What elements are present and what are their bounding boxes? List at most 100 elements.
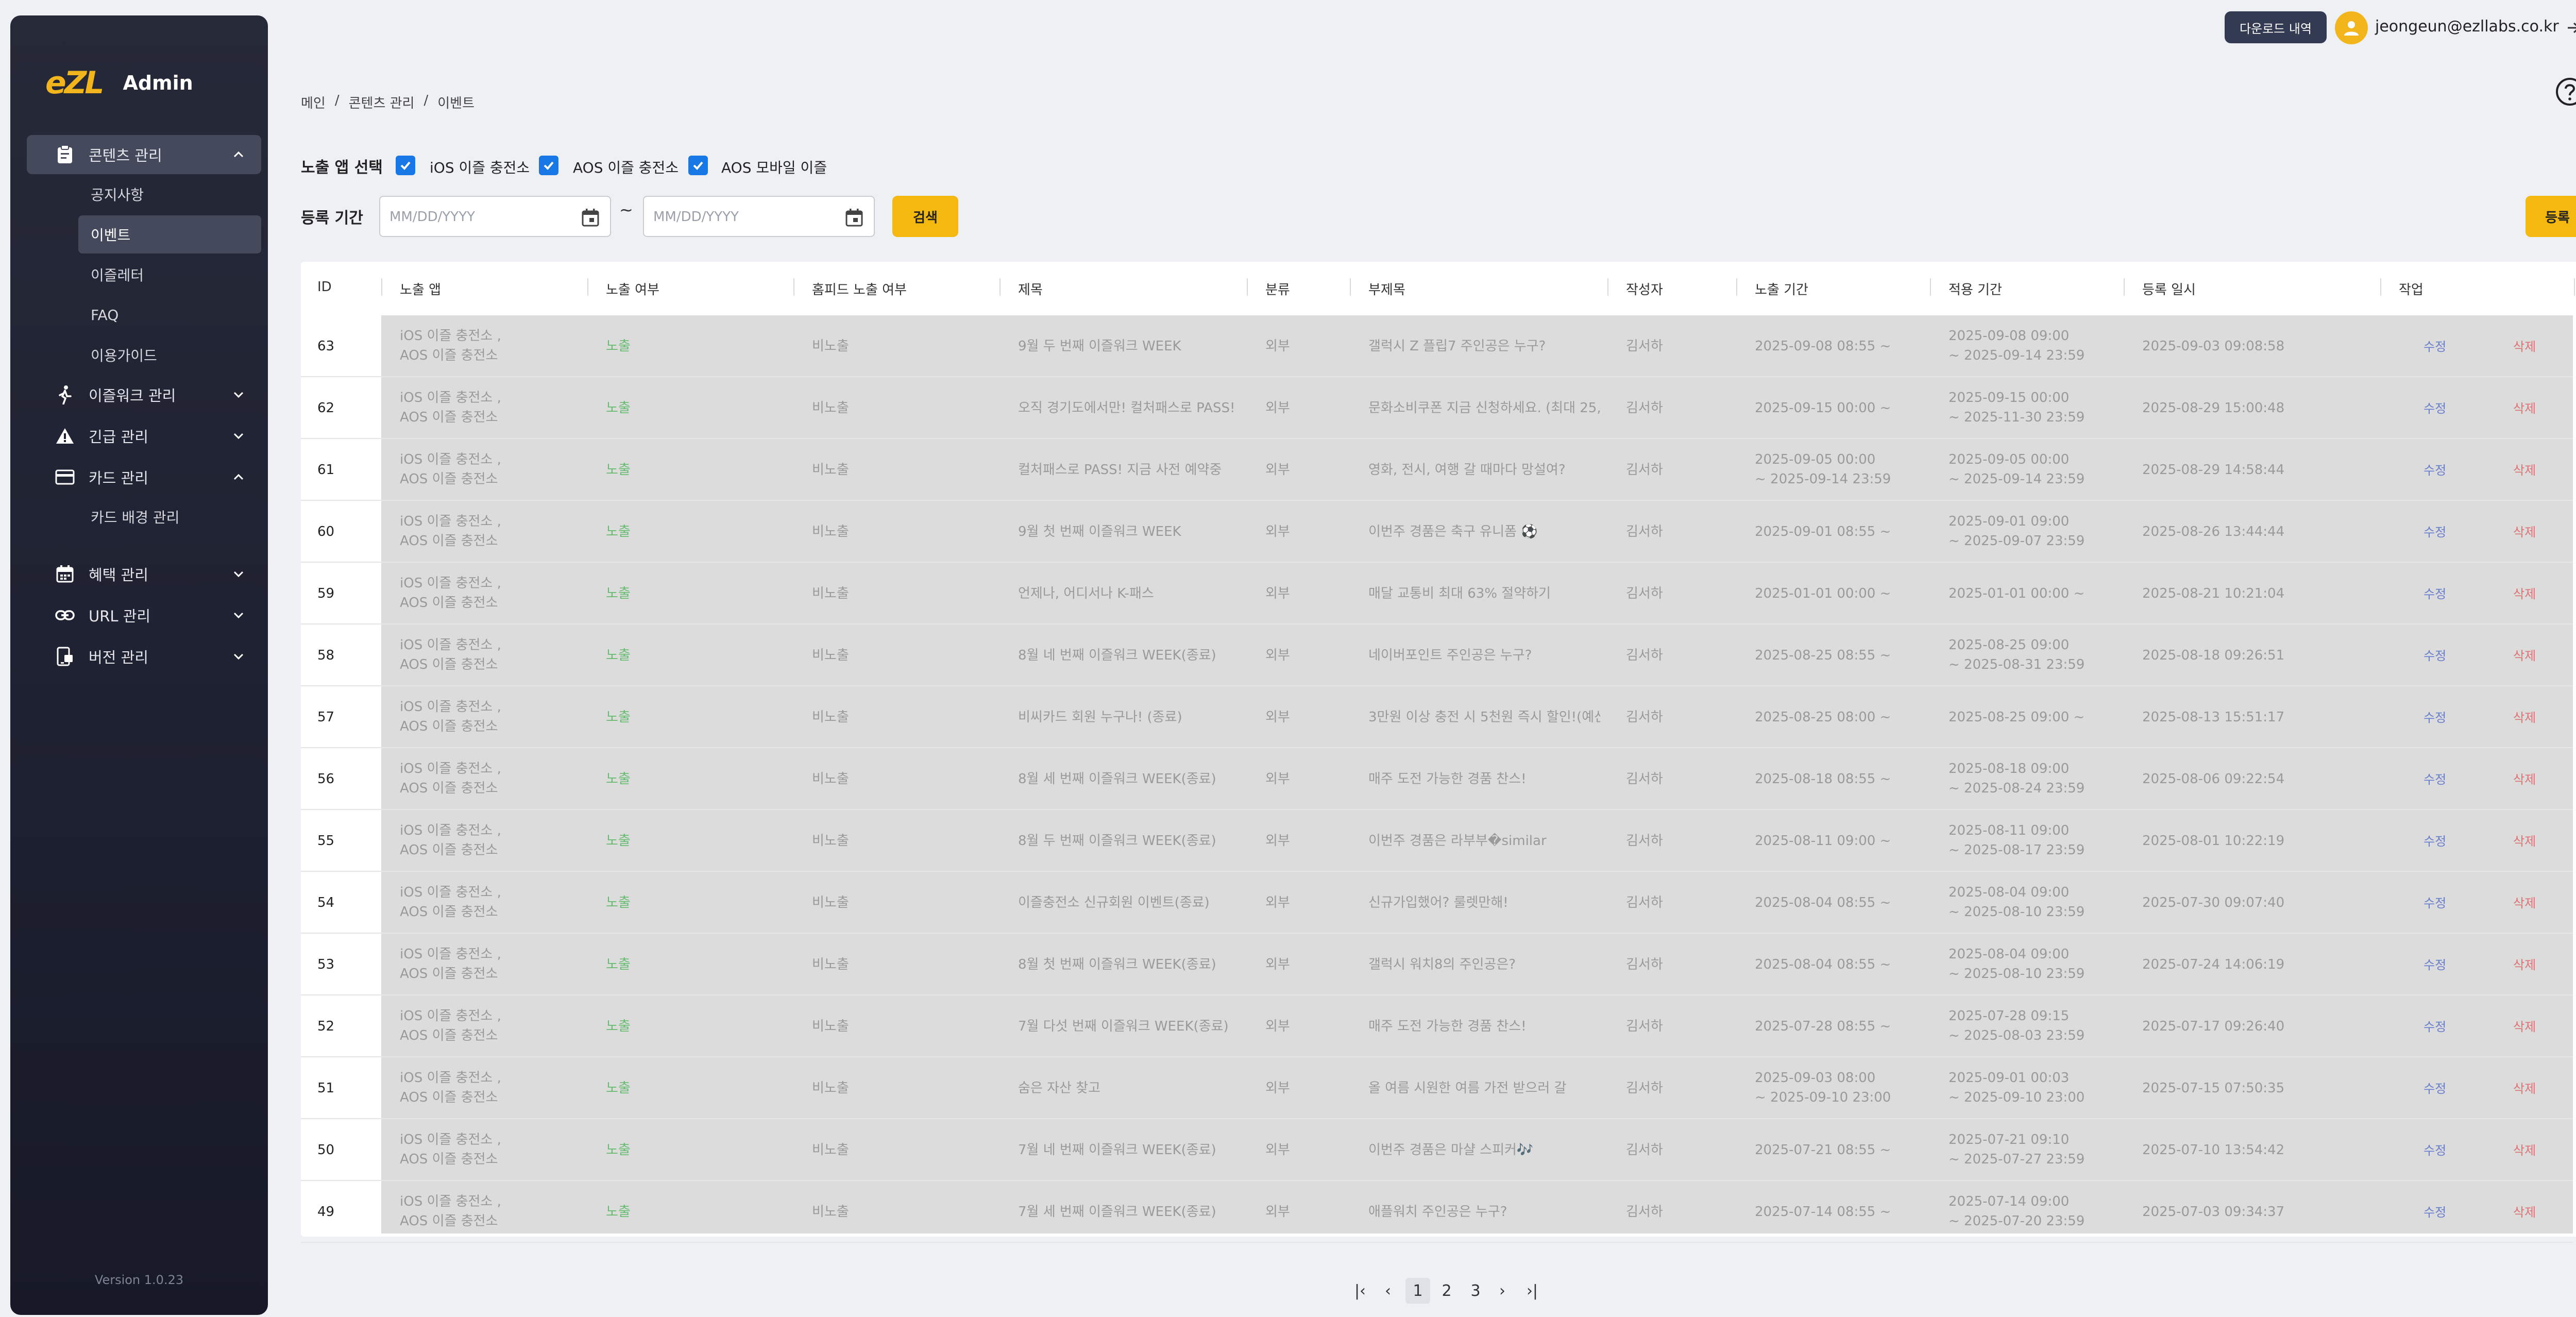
- delete-button[interactable]: 삭제: [2513, 647, 2536, 665]
- table-row[interactable]: 60 iOS 이즐 충전소 , AOS 이즐 충전소 노출 비노출 9월 첫 번째 이즐워…: [301, 501, 2573, 563]
- table-row[interactable]: 50 iOS 이즐 충전소 , AOS 이즐 충전소 노출 비노출 7월 네 번째 이즐워…: [301, 1119, 2573, 1181]
- cell-exposure-start: 2025-01-01 00:00 ~: [1755, 586, 1891, 601]
- calendar-icon[interactable]: [844, 207, 865, 228]
- table-row[interactable]: 55 iOS 이즐 충전소 , AOS 이즐 충전소 노출 비노출 8월 두 번째 이즐워…: [301, 810, 2573, 872]
- table-row[interactable]: 51 iOS 이즐 충전소 , AOS 이즐 충전소 노출 비노출 숨은 자산 찾고 외부 올…: [301, 1057, 2573, 1119]
- delete-button[interactable]: 삭제: [2513, 770, 2536, 789]
- table-row[interactable]: 49 iOS 이즐 충전소 , AOS 이즐 충전소 노출 비노출 7월 세 번째 이즐워…: [301, 1181, 2573, 1243]
- delete-button[interactable]: 삭제: [2513, 1141, 2536, 1160]
- cell-subtitle: 갤럭시 Z 플립7 주인공은 누구?: [1368, 339, 1546, 354]
- aos-mobile-checkbox[interactable]: [688, 156, 708, 175]
- edit-button[interactable]: 수정: [2424, 956, 2446, 974]
- end-date-input[interactable]: MM/DD/YYYY: [643, 196, 875, 237]
- download-history-button[interactable]: 다운로드 내역: [2225, 11, 2327, 43]
- delete-button[interactable]: 삭제: [2513, 1203, 2536, 1222]
- first-page-button[interactable]: |‹: [1350, 1278, 1370, 1304]
- table-row[interactable]: 62 iOS 이즐 충전소 , AOS 이즐 충전소 노출 비노출 오직 경기도에서만! …: [301, 377, 2573, 439]
- table-row[interactable]: 59 iOS 이즐 충전소 , AOS 이즐 충전소 노출 비노출 언제나, 어디서나 K…: [301, 563, 2573, 624]
- delete-button[interactable]: 삭제: [2513, 399, 2536, 418]
- breadcrumb-home[interactable]: 메인: [301, 93, 326, 112]
- menu-ezlwalk-management[interactable]: 이즐워크 관리: [27, 375, 261, 414]
- edit-button[interactable]: 수정: [2424, 523, 2446, 542]
- delete-button[interactable]: 삭제: [2513, 1018, 2536, 1036]
- menu-label: 긴급 관리: [89, 428, 148, 446]
- cell-apply-start: 2025-09-01 00:03: [1948, 1070, 2070, 1086]
- cell-title: 비씨카드 회원 누구나! (종료): [1018, 710, 1182, 725]
- column-header-exposure-period: 노출 기간: [1755, 282, 1808, 298]
- table-row[interactable]: 53 iOS 이즐 충전소 , AOS 이즐 충전소 노출 비노출 8월 첫 번째 이즐워…: [301, 934, 2573, 995]
- menu-url-management[interactable]: URL 관리: [27, 596, 261, 635]
- cell-apply-end: ~ 2025-08-10 23:59: [1948, 966, 2085, 982]
- edit-button[interactable]: 수정: [2424, 1141, 2446, 1160]
- menu-emergency-management[interactable]: 긴급 관리: [27, 416, 261, 455]
- delete-button[interactable]: 삭제: [2513, 523, 2536, 542]
- edit-button[interactable]: 수정: [2424, 647, 2446, 665]
- help-icon[interactable]: [2554, 76, 2576, 107]
- table-row[interactable]: 56 iOS 이즐 충전소 , AOS 이즐 충전소 노출 비노출 8월 세 번째 이즐워…: [301, 748, 2573, 810]
- logo[interactable]: eZL Admin: [45, 65, 193, 101]
- cell-apply-end: ~ 2025-09-14 23:59: [1948, 471, 2085, 487]
- cell-title: 9월 두 번째 이즐워크 WEEK: [1018, 339, 1181, 354]
- cell-id: 49: [317, 1204, 335, 1220]
- cell-author: 김서하: [1626, 400, 1663, 416]
- table-row[interactable]: 54 iOS 이즐 충전소 , AOS 이즐 충전소 노출 비노출 이즐충전소 신규회원 …: [301, 872, 2573, 934]
- delete-button[interactable]: 삭제: [2513, 894, 2536, 913]
- edit-button[interactable]: 수정: [2424, 1203, 2446, 1222]
- prev-page-button[interactable]: ‹: [1378, 1278, 1398, 1304]
- cell-homefeed: 비노출: [812, 710, 849, 725]
- edit-button[interactable]: 수정: [2424, 461, 2446, 480]
- sidebar-item-ezl-letter[interactable]: 이즐레터: [78, 256, 261, 294]
- ios-checkbox[interactable]: [396, 156, 415, 175]
- delete-button[interactable]: 삭제: [2513, 585, 2536, 603]
- cell-author: 김서하: [1626, 1080, 1663, 1096]
- start-date-input[interactable]: MM/DD/YYYY: [379, 196, 611, 237]
- delete-button[interactable]: 삭제: [2513, 461, 2536, 480]
- menu-benefit-management[interactable]: 혜택 관리: [27, 554, 261, 594]
- sidebar-item-card-background[interactable]: 카드 배경 관리: [78, 498, 261, 536]
- delete-button[interactable]: 삭제: [2513, 956, 2536, 974]
- delete-button[interactable]: 삭제: [2513, 832, 2536, 851]
- cell-title: 언제나, 어디서나 K-패스: [1018, 586, 1154, 601]
- menu-content-management[interactable]: 콘텐츠 관리: [27, 135, 261, 174]
- edit-button[interactable]: 수정: [2424, 708, 2446, 727]
- cell-app-line1: iOS 이즐 충전소 ,: [400, 761, 501, 776]
- table-row[interactable]: 52 iOS 이즐 충전소 , AOS 이즐 충전소 노출 비노출 7월 다섯 번째 이즐…: [301, 995, 2573, 1057]
- menu-version-management[interactable]: 버전 관리: [27, 637, 261, 676]
- table-row[interactable]: 63 iOS 이즐 충전소 , AOS 이즐 충전소 노출 비노출 9월 두 번째 이즐워…: [301, 315, 2573, 377]
- logout-icon[interactable]: [2565, 16, 2576, 39]
- aos-checkbox[interactable]: [539, 156, 558, 175]
- sidebar-item-label: 카드 배경 관리: [91, 509, 180, 526]
- avatar[interactable]: [2335, 11, 2368, 44]
- sidebar-item-event[interactable]: 이벤트: [78, 215, 261, 254]
- delete-button[interactable]: 삭제: [2513, 337, 2536, 356]
- last-page-button[interactable]: ›|: [1520, 1278, 1545, 1304]
- edit-button[interactable]: 수정: [2424, 770, 2446, 789]
- table-row[interactable]: 61 iOS 이즐 충전소 , AOS 이즐 충전소 노출 비노출 컬처패스로 PASS!…: [301, 439, 2573, 501]
- sidebar-item-guide[interactable]: 이용가이드: [78, 336, 261, 374]
- sidebar-item-notice[interactable]: 공지사항: [78, 175, 261, 213]
- edit-button[interactable]: 수정: [2424, 832, 2446, 851]
- check-icon: [693, 161, 703, 170]
- register-button[interactable]: 등록: [2526, 196, 2576, 237]
- next-page-button[interactable]: ›: [1492, 1278, 1513, 1304]
- edit-button[interactable]: 수정: [2424, 399, 2446, 418]
- menu-card-management[interactable]: 카드 관리: [27, 458, 261, 497]
- calendar-icon[interactable]: [580, 207, 601, 228]
- delete-button[interactable]: 삭제: [2513, 708, 2536, 727]
- table-row[interactable]: 57 iOS 이즐 충전소 , AOS 이즐 충전소 노출 비노출 비씨카드 회원 누구나…: [301, 686, 2573, 748]
- delete-button[interactable]: 삭제: [2513, 1079, 2536, 1098]
- edit-button[interactable]: 수정: [2424, 585, 2446, 603]
- edit-button[interactable]: 수정: [2424, 1079, 2446, 1098]
- cell-exposure-start: 2025-07-21 08:55 ~: [1755, 1142, 1891, 1158]
- table-row[interactable]: 58 iOS 이즐 충전소 , AOS 이즐 충전소 노출 비노출 8월 네 번째 이즐워…: [301, 624, 2573, 686]
- edit-button[interactable]: 수정: [2424, 894, 2446, 913]
- edit-button[interactable]: 수정: [2424, 337, 2446, 356]
- sidebar-item-faq[interactable]: FAQ: [78, 296, 261, 334]
- page-3-button[interactable]: 3: [1463, 1278, 1488, 1304]
- search-button[interactable]: 검색: [892, 196, 958, 237]
- page-2-button[interactable]: 2: [1434, 1278, 1459, 1304]
- edit-button[interactable]: 수정: [2424, 1018, 2446, 1036]
- page-1-button[interactable]: 1: [1405, 1278, 1430, 1304]
- breadcrumb-content-management[interactable]: 콘텐츠 관리: [349, 93, 415, 112]
- cell-registered: 2025-08-29 15:00:48: [2142, 400, 2285, 416]
